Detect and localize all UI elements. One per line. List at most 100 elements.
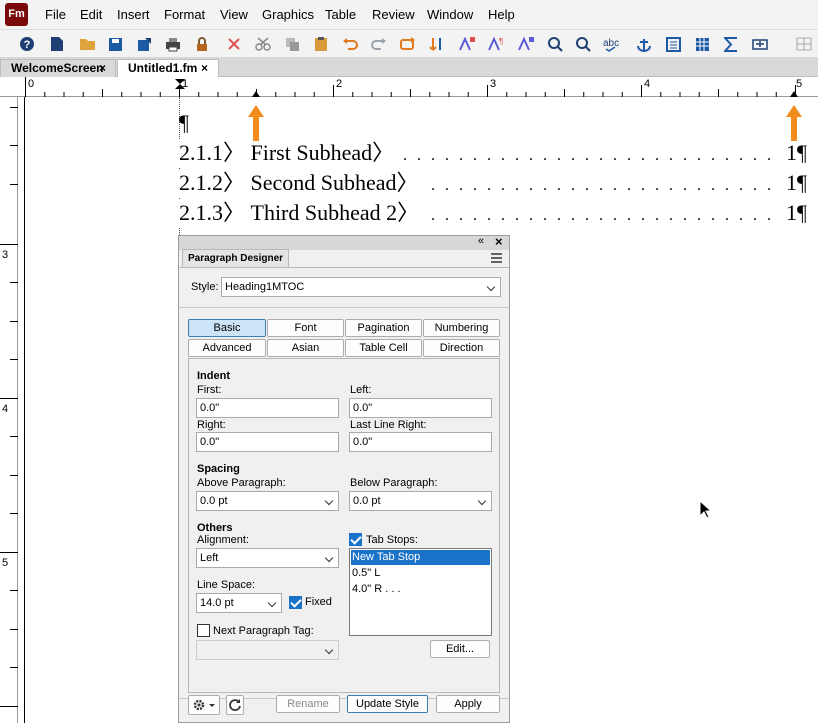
grid-icon[interactable] xyxy=(794,34,814,54)
table-icon[interactable] xyxy=(692,34,712,54)
right-indent-field[interactable]: 0.0" xyxy=(196,432,339,452)
toc-entry[interactable]: 2.1.1〉 First Subhead〉 1¶ xyxy=(179,139,807,167)
menu-help[interactable]: Help xyxy=(488,7,515,22)
menu-graphics[interactable]: Graphics xyxy=(262,7,314,22)
tab-stops-checkbox[interactable] xyxy=(349,533,362,546)
tab-pagination[interactable]: Pagination xyxy=(345,319,422,337)
toc-entry[interactable]: 2.1.2〉 Second Subhead〉 1¶ xyxy=(179,169,807,197)
panel-tab-paragraph-designer[interactable]: Paragraph Designer xyxy=(182,249,290,267)
panel-titlebar[interactable]: « × xyxy=(179,234,509,250)
paragraph-format-icon[interactable]: ¶ xyxy=(486,34,506,54)
toc-entry-text: 2.1.3〉 Third Subhead 2〉 xyxy=(179,199,422,227)
repeat-icon[interactable] xyxy=(398,34,418,54)
divider xyxy=(179,307,509,308)
paste-icon[interactable] xyxy=(311,34,331,54)
tab-advanced[interactable]: Advanced xyxy=(188,339,266,357)
close-icon[interactable]: × xyxy=(495,234,503,249)
line-space-select[interactable]: 14.0 pt xyxy=(196,593,282,613)
toc-entry[interactable]: 2.1.3〉 Third Subhead 2〉 1¶ xyxy=(179,199,807,227)
list-item[interactable]: 4.0" R . . . xyxy=(351,582,490,597)
collapse-icon[interactable]: « xyxy=(478,235,484,247)
help-icon[interactable]: ? xyxy=(17,34,37,54)
menu-file[interactable]: File xyxy=(45,7,66,22)
list-item[interactable]: 0.5" L xyxy=(351,566,490,581)
fixed-checkbox[interactable] xyxy=(289,596,302,609)
tab-font[interactable]: Font xyxy=(267,319,344,337)
settings-dropdown[interactable] xyxy=(188,695,220,715)
toc-entry-page: 1¶ xyxy=(784,169,807,197)
first-indent-field[interactable]: 0.0" xyxy=(196,398,339,418)
gear-icon xyxy=(193,699,215,711)
paragraph-designer-panel: « × Paragraph Designer Style: Heading1MT… xyxy=(178,234,510,723)
cut-icon[interactable] xyxy=(253,34,273,54)
refresh-button[interactable] xyxy=(226,695,244,715)
above-paragraph-select[interactable]: 0.0 pt xyxy=(196,491,339,511)
next-paragraph-tag-checkbox[interactable] xyxy=(197,624,210,637)
menu-window[interactable]: Window xyxy=(427,7,473,22)
left-indent-label: Left: xyxy=(350,384,372,396)
toc-entry-text: 2.1.2〉 Second Subhead〉 xyxy=(179,169,421,197)
save-icon[interactable] xyxy=(105,34,125,54)
lock-icon[interactable] xyxy=(192,34,212,54)
tab-table-cell[interactable]: Table Cell xyxy=(345,339,422,357)
right-indent-label: Right: xyxy=(197,419,226,431)
sort-icon[interactable] xyxy=(427,34,447,54)
last-line-right-field[interactable]: 0.0" xyxy=(349,432,492,452)
tab-asian[interactable]: Asian xyxy=(267,339,344,357)
tab-label: WelcomeScreen xyxy=(11,61,104,75)
zoom-in-icon[interactable] xyxy=(545,34,565,54)
equation-icon[interactable] xyxy=(721,34,741,54)
tab-welcomescreen[interactable]: WelcomeScreen × xyxy=(0,59,116,77)
left-indent-field[interactable]: 0.0" xyxy=(349,398,492,418)
redo-icon[interactable] xyxy=(369,34,389,54)
delete-icon[interactable] xyxy=(224,34,244,54)
refresh-icon xyxy=(229,699,241,711)
empty-paragraph-mark: ¶ xyxy=(179,110,189,135)
update-style-button[interactable]: Update Style xyxy=(347,695,428,713)
tab-label: Untitled1.fm xyxy=(128,61,198,75)
vruler-mark-4: 4 xyxy=(2,403,9,415)
close-icon[interactable]: × xyxy=(99,60,106,77)
close-icon[interactable]: × xyxy=(201,60,208,77)
apply-button[interactable]: Apply xyxy=(436,695,500,713)
rename-button[interactable]: Rename xyxy=(276,695,340,713)
open-folder-icon[interactable] xyxy=(77,34,97,54)
find-icon[interactable] xyxy=(573,34,593,54)
menu-review[interactable]: Review xyxy=(372,7,415,22)
tab-numbering[interactable]: Numbering xyxy=(423,319,500,337)
menu-edit[interactable]: Edit xyxy=(80,7,102,22)
print-icon[interactable] xyxy=(163,34,183,54)
tab-direction[interactable]: Direction xyxy=(423,339,500,357)
text-inset-icon[interactable] xyxy=(457,34,477,54)
next-paragraph-tag-select xyxy=(196,640,339,660)
edit-tab-stop-button[interactable]: Edit... xyxy=(430,640,490,658)
list-item[interactable]: New Tab Stop xyxy=(351,550,490,565)
save-as-icon[interactable] xyxy=(134,34,154,54)
menu-view[interactable]: View xyxy=(220,7,248,22)
anchor-icon[interactable] xyxy=(634,34,654,54)
alignment-select[interactable]: Left xyxy=(196,548,339,568)
new-document-icon[interactable] xyxy=(47,34,67,54)
others-heading: Others xyxy=(197,522,233,534)
vertical-ruler[interactable]: 3 4 5 xyxy=(0,97,18,723)
spelling-icon[interactable]: abc xyxy=(602,34,624,54)
below-paragraph-select[interactable]: 0.0 pt xyxy=(349,491,492,511)
indent-marker-icon[interactable] xyxy=(174,78,186,90)
tab-untitled1[interactable]: Untitled1.fm × xyxy=(117,59,219,77)
tab-basic[interactable]: Basic xyxy=(188,319,266,337)
style-select[interactable]: Heading1MTOC xyxy=(221,277,501,297)
menu-table[interactable]: Table xyxy=(325,7,356,22)
menu-format[interactable]: Format xyxy=(164,7,205,22)
menu-bar: Fm File Edit Insert Format View Graphics… xyxy=(0,0,818,30)
horizontal-ruler[interactable]: 0 1 2 3 4 5 xyxy=(0,77,818,97)
character-format-icon[interactable] xyxy=(516,34,536,54)
variable-icon[interactable] xyxy=(750,34,770,54)
panel-menu-icon[interactable] xyxy=(491,253,502,263)
undo-icon[interactable] xyxy=(340,34,360,54)
tab-stops-label: Tab Stops: xyxy=(366,534,418,546)
menu-insert[interactable]: Insert xyxy=(117,7,150,22)
text-frame-icon[interactable] xyxy=(663,34,683,54)
tab-stops-list[interactable]: New Tab Stop 0.5" L 4.0" R . . . xyxy=(349,548,492,636)
fixed-label: Fixed xyxy=(305,596,332,608)
copy-icon[interactable] xyxy=(282,34,302,54)
